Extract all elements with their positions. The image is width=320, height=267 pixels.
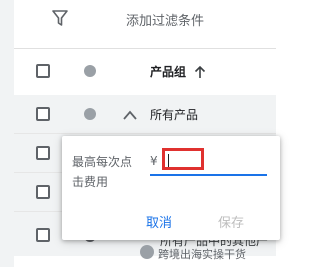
row-checkbox[interactable] [36,185,50,199]
filter-icon[interactable] [52,10,68,26]
row-checkbox[interactable] [36,228,50,242]
table-header-row: 产品组 [14,48,276,96]
save-button[interactable]: 保存 [218,212,244,231]
currency-symbol: ¥ [150,154,158,168]
max-cpc-edit-popup: 最高每次点击费用 ¥ 取消 保存 [62,136,280,240]
select-all-checkbox[interactable] [36,64,50,78]
add-filter-label[interactable]: 添加过滤条件 [126,10,204,29]
highlight-box [162,148,204,170]
row-checkbox[interactable] [36,146,50,160]
max-cpc-label: 最高每次点击费用 [72,155,133,189]
status-header-dot [84,65,96,77]
watermark-text: 跨境出海实操干货 [158,248,246,261]
watermark-logo-icon [140,245,154,259]
arrow-up-icon[interactable] [194,64,206,83]
filter-bar[interactable]: 添加过滤条件 [14,0,276,38]
table-row: 所有产品 [14,95,276,134]
column-header-product-group[interactable]: 产品组 [150,63,186,80]
row-checkbox[interactable] [36,107,50,121]
cancel-button[interactable]: 取消 [146,212,172,231]
all-products-label[interactable]: 所有产品 [150,106,198,123]
status-dot [84,108,96,120]
input-underline [150,174,267,176]
chevron-up-icon[interactable] [122,106,138,125]
left-edge-strip [0,0,14,267]
